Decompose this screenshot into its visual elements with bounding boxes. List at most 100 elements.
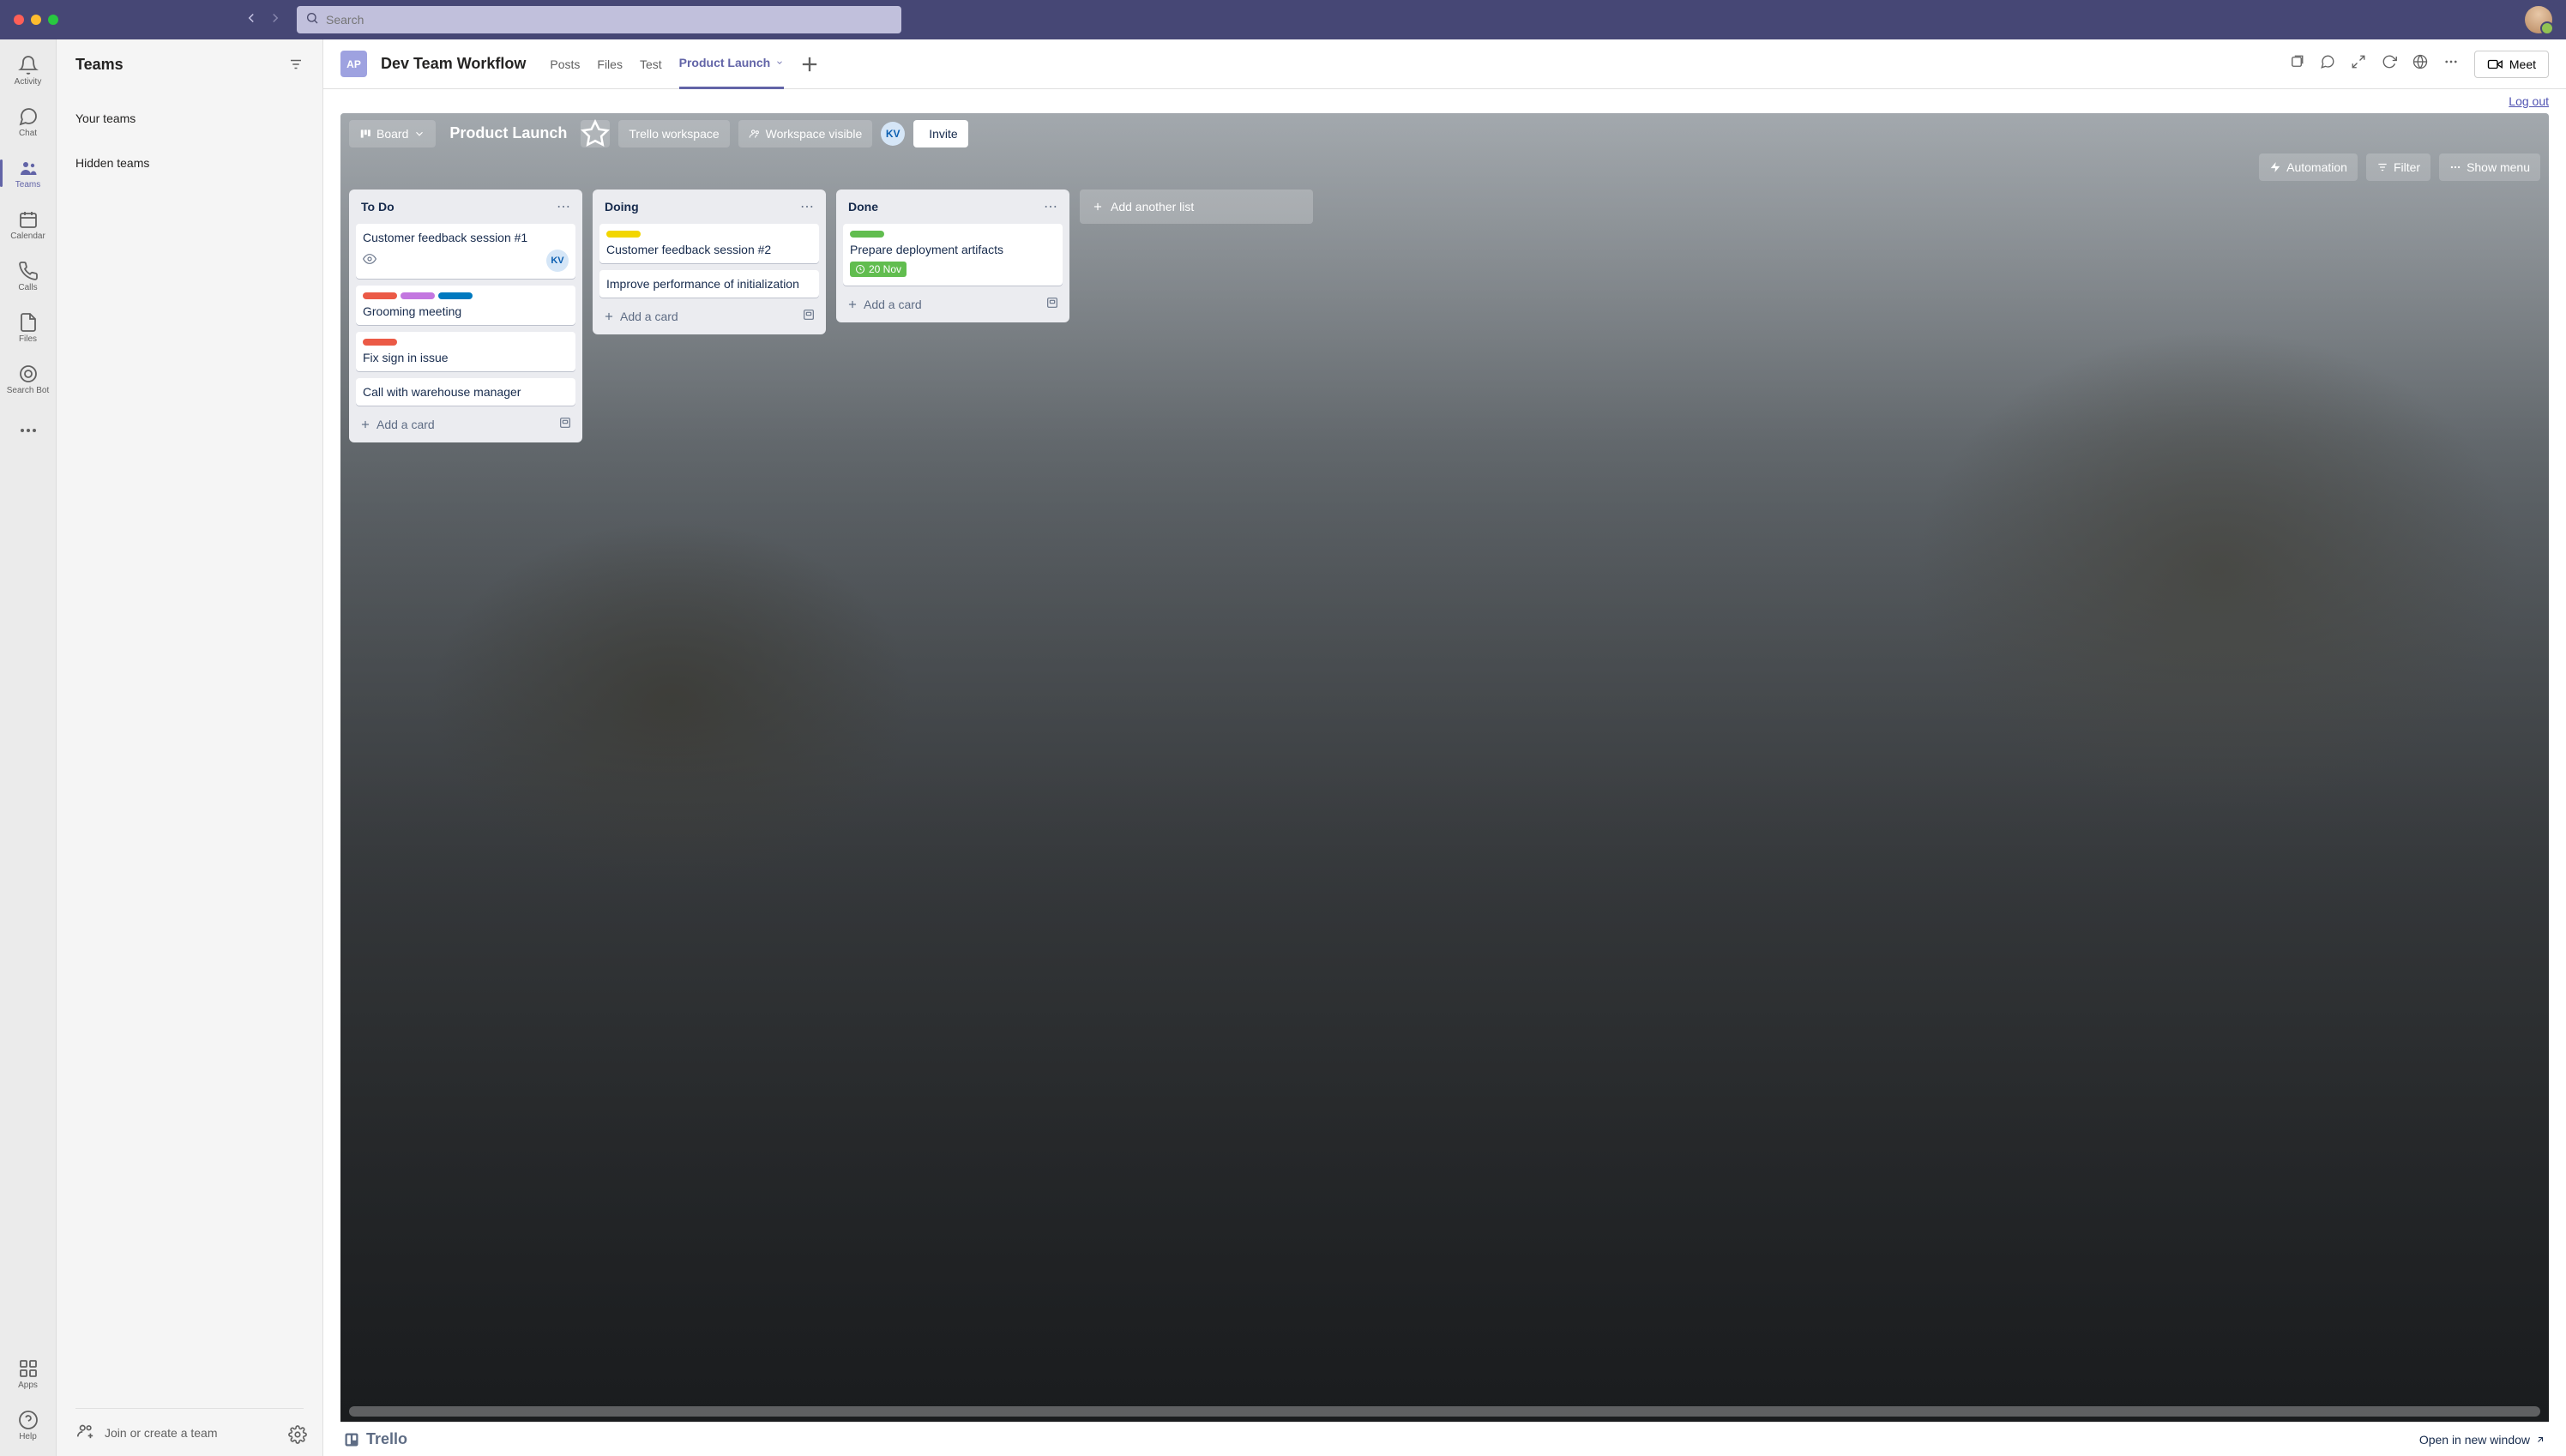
invite-button[interactable]: Invite [913, 120, 967, 147]
list-menu-icon[interactable]: ⋯ [800, 198, 814, 215]
filter-button[interactable]: Filter [2366, 153, 2430, 181]
open-new-window-label: Open in new window [2419, 1433, 2530, 1447]
forward-button[interactable] [268, 10, 283, 30]
search-input[interactable] [326, 13, 893, 27]
expand-icon[interactable] [2351, 54, 2366, 74]
rail-search-bot[interactable]: Search Bot [0, 355, 57, 403]
list-menu-icon[interactable]: ⋯ [557, 198, 570, 215]
join-team-icon [75, 1421, 94, 1444]
tab-files[interactable]: Files [597, 39, 623, 89]
globe-icon[interactable] [2412, 54, 2428, 74]
tab-posts[interactable]: Posts [550, 39, 580, 89]
board-view-label: Board [376, 127, 408, 141]
trello-logo: Trello [344, 1430, 407, 1448]
board-name[interactable]: Product Launch [444, 124, 572, 142]
label-red [363, 292, 397, 299]
refresh-icon[interactable] [2382, 54, 2397, 74]
apps-icon [18, 1358, 39, 1379]
label-blue [438, 292, 473, 299]
gear-icon[interactable] [288, 1425, 304, 1441]
tab-product-launch-label: Product Launch [679, 56, 771, 69]
chat-icon [18, 106, 39, 127]
filter-icon[interactable] [288, 57, 304, 72]
add-list-button[interactable]: Add another list [1080, 190, 1313, 224]
card-title: Fix sign in issue [363, 351, 569, 364]
list-title[interactable]: To Do [361, 200, 395, 214]
maximize-window-button[interactable] [48, 15, 58, 25]
board-view-button[interactable]: Board [349, 120, 436, 147]
global-search[interactable] [297, 6, 901, 33]
popout-icon[interactable] [2289, 54, 2304, 74]
rail-files[interactable]: Files [0, 304, 57, 352]
board-lists: To Do ⋯ Customer feedback session #1 KV [340, 186, 2549, 1406]
list-doing: Doing ⋯ Customer feedback session #2 Imp… [593, 190, 826, 334]
conversation-icon[interactable] [2320, 54, 2335, 74]
rail-calendar[interactable]: Calendar [0, 201, 57, 249]
minimize-window-button[interactable] [31, 15, 41, 25]
add-list-label: Add another list [1111, 200, 1194, 214]
list-to-do: To Do ⋯ Customer feedback session #1 KV [349, 190, 582, 442]
rail-search-bot-label: Search Bot [7, 386, 49, 395]
card-title: Grooming meeting [363, 304, 569, 318]
chevron-down-icon [775, 58, 784, 67]
your-teams-section[interactable]: Your teams [75, 96, 304, 141]
rail-activity[interactable]: Activity [0, 46, 57, 94]
card-title: Call with warehouse manager [363, 385, 569, 399]
list-menu-icon[interactable]: ⋯ [1044, 198, 1057, 215]
history-nav [244, 10, 283, 30]
card[interactable]: Grooming meeting [356, 286, 575, 325]
meet-button[interactable]: Meet [2474, 51, 2549, 78]
channel-name: Dev Team Workflow [381, 55, 526, 73]
star-board-button[interactable] [581, 120, 610, 147]
more-options-icon[interactable] [2443, 54, 2459, 74]
rail-calls[interactable]: Calls [0, 252, 57, 300]
rail-teams[interactable]: Teams [0, 149, 57, 197]
search-icon [305, 11, 319, 29]
add-tab-button[interactable] [798, 52, 822, 76]
card[interactable]: Fix sign in issue [356, 332, 575, 371]
rail-chat-label: Chat [19, 129, 37, 138]
card[interactable]: Customer feedback session #2 [599, 224, 819, 263]
profile-avatar[interactable] [2525, 6, 2552, 33]
card[interactable]: Improve performance of initialization [599, 270, 819, 298]
workspace-button[interactable]: Trello workspace [618, 120, 729, 147]
watch-icon [363, 252, 376, 270]
open-new-window-link[interactable]: Open in new window [2419, 1433, 2545, 1447]
card-template-icon[interactable] [558, 416, 572, 432]
automation-button[interactable]: Automation [2259, 153, 2358, 181]
card[interactable]: Call with warehouse manager [356, 378, 575, 406]
clock-icon [855, 264, 865, 274]
close-window-button[interactable] [14, 15, 24, 25]
card-template-icon[interactable] [1045, 296, 1059, 312]
horizontal-scrollbar[interactable] [349, 1406, 2540, 1417]
list-title[interactable]: Doing [605, 200, 639, 214]
rail-calendar-label: Calendar [10, 232, 45, 241]
show-menu-button[interactable]: Show menu [2439, 153, 2540, 181]
add-card-button[interactable]: Add a card [846, 298, 922, 311]
calendar-icon [18, 209, 39, 230]
card[interactable]: Prepare deployment artifacts 20 Nov [843, 224, 1063, 286]
rail-apps[interactable]: Apps [0, 1350, 57, 1398]
add-card-button[interactable]: Add a card [603, 310, 678, 323]
list-done: Done ⋯ Prepare deployment artifacts 20 N… [836, 190, 1069, 322]
rail-help-label: Help [19, 1432, 37, 1441]
visibility-button[interactable]: Workspace visible [738, 120, 873, 147]
rail-more[interactable] [0, 406, 57, 454]
add-card-button[interactable]: Add a card [359, 418, 435, 431]
rail-chat[interactable]: Chat [0, 98, 57, 146]
label-yellow [606, 231, 641, 238]
tab-test[interactable]: Test [640, 39, 662, 89]
logout-link[interactable]: Log out [2509, 94, 2549, 108]
rail-help[interactable]: Help [0, 1401, 57, 1449]
back-button[interactable] [244, 10, 259, 30]
list-title[interactable]: Done [848, 200, 878, 214]
tab-product-launch[interactable]: Product Launch [679, 39, 785, 89]
card-member-avatar[interactable]: KV [546, 250, 569, 272]
join-team-link[interactable]: Join or create a team [105, 1426, 278, 1440]
board-member-avatar[interactable]: KV [881, 122, 905, 146]
plus-icon [846, 298, 858, 310]
video-icon [2487, 57, 2503, 72]
card-template-icon[interactable] [802, 308, 816, 324]
card[interactable]: Customer feedback session #1 KV [356, 224, 575, 279]
hidden-teams-section[interactable]: Hidden teams [75, 141, 304, 185]
